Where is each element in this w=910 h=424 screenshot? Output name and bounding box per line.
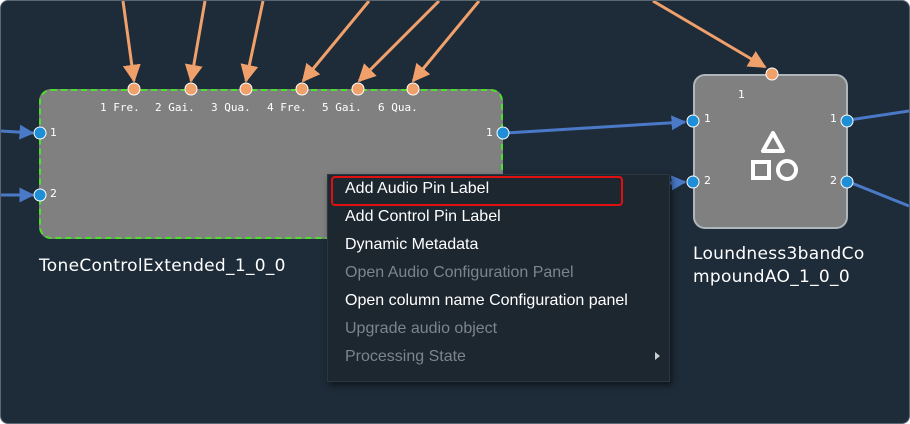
audio-wire[interactable]: [848, 180, 909, 208]
audio-wire[interactable]: [848, 109, 909, 122]
menu-item-open-audio-configuration-panel: Open Audio Configuration Panel: [328, 259, 669, 287]
menu-item-processing-state: Processing State: [328, 343, 669, 371]
audio-wire[interactable]: [504, 115, 687, 135]
context-menu: Add Audio Pin Label Add Control Pin Labe…: [327, 174, 670, 382]
menu-item-label: Open Audio Configuration Panel: [345, 264, 574, 281]
control-wire[interactable]: [357, 1, 441, 83]
menu-item-label: Dynamic Metadata: [345, 236, 479, 253]
menu-item-add-control-pin-label[interactable]: Add Control Pin Label: [328, 203, 669, 231]
control-wire[interactable]: [301, 1, 371, 83]
output-pin-label: 1: [830, 112, 837, 125]
block-name-label: mpoundAO_1_0_0: [693, 267, 850, 287]
menu-item-label: Upgrade audio object: [345, 320, 498, 337]
control-wire[interactable]: [411, 1, 481, 83]
control-pin-label: 1 Fre.: [100, 101, 140, 114]
block-name-label: Loundness3bandCo: [693, 244, 865, 264]
control-pin-label: 6 Qua.: [378, 101, 418, 114]
output-pin-label: 1: [486, 126, 493, 139]
control-pin-label: 5 Gai.: [322, 101, 362, 114]
highlight-box: [331, 176, 623, 206]
control-pin-label: 4 Fre.: [267, 101, 307, 114]
audio-wire[interactable]: [1, 124, 35, 140]
design-canvas[interactable]: 1 Fre. 2 Gai. 3 Qua. 4 Fre. 5 Gai. 6 Qua…: [0, 0, 910, 424]
control-wire[interactable]: [121, 1, 141, 83]
output-pin-label: 2: [830, 174, 837, 187]
control-wire[interactable]: [240, 1, 265, 83]
menu-item-label: Add Control Pin Label: [345, 208, 501, 225]
input-pin-label: 1: [704, 112, 711, 125]
control-pin-label: 3 Qua.: [211, 101, 251, 114]
menu-item-label: Open column name Configuration panel: [345, 292, 628, 309]
loudness-block[interactable]: [693, 74, 848, 229]
submenu-arrow-icon: [655, 352, 660, 360]
block-name-label: ToneControlExtended_1_0_0: [39, 256, 286, 276]
menu-item-open-column-name-configuration-panel[interactable]: Open column name Configuration panel: [328, 287, 669, 315]
control-pin-label: 2 Gai.: [155, 101, 195, 114]
control-wire[interactable]: [652, 1, 767, 69]
input-pin-label: 2: [50, 187, 57, 200]
control-pin-label: 1: [738, 88, 745, 101]
menu-item-upgrade-audio-object: Upgrade audio object: [328, 315, 669, 343]
menu-item-dynamic-metadata[interactable]: Dynamic Metadata: [328, 231, 669, 259]
input-pin-label: 1: [50, 126, 57, 139]
menu-item-label: Processing State: [345, 348, 466, 365]
control-wire[interactable]: [184, 1, 207, 83]
shapes-icon: [751, 131, 798, 181]
input-pin-label: 2: [704, 174, 711, 187]
